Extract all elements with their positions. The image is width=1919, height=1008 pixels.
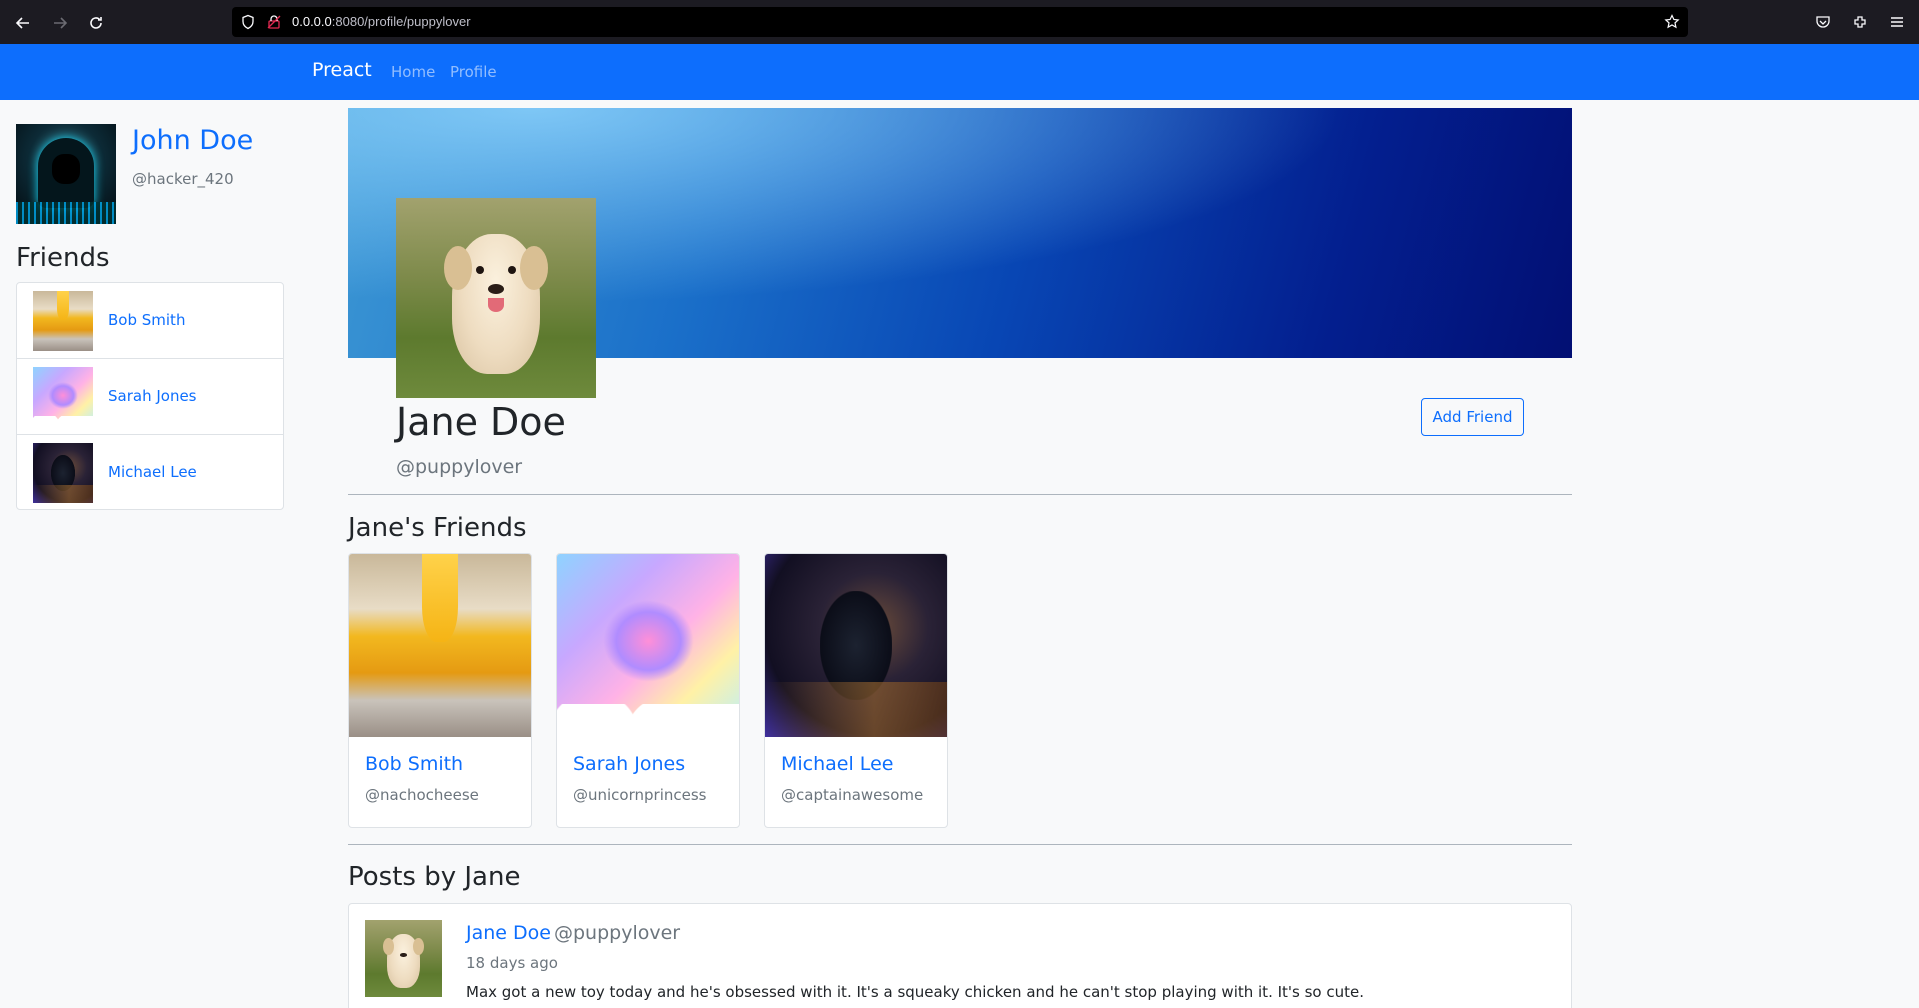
reload-icon xyxy=(90,17,102,29)
address-bar[interactable]: 0.0.0.0:8080/profile/puppylover xyxy=(232,7,1688,37)
sidebar-friend-item[interactable]: Bob Smith xyxy=(17,283,283,359)
friend-avatar[interactable] xyxy=(33,291,93,351)
posts-section-title: Posts by Jane xyxy=(348,862,521,892)
pocket-icon[interactable] xyxy=(1815,14,1831,30)
reload-button[interactable] xyxy=(84,11,108,35)
forward-arrow-icon xyxy=(54,17,68,29)
nav-link-profile[interactable]: Profile xyxy=(450,63,497,81)
puppy-eye-shape xyxy=(476,266,484,274)
url-text[interactable]: 0.0.0.0:8080/profile/puppylover xyxy=(292,14,471,29)
sidebar-friends-list: Bob Smith Sarah Jones Michael Lee xyxy=(16,282,284,510)
post-author-name[interactable]: Jane Doe xyxy=(466,922,551,944)
friend-card-name[interactable]: Michael Lee xyxy=(781,753,893,775)
friend-card[interactable]: Sarah Jones @unicornprincess xyxy=(556,553,740,828)
profile-photo xyxy=(396,198,596,398)
sidebar-friend-item[interactable]: Sarah Jones xyxy=(17,358,283,434)
back-button[interactable] xyxy=(11,11,35,35)
friend-card-name[interactable]: Bob Smith xyxy=(365,753,463,775)
code-glow-shape xyxy=(16,202,116,224)
sidebar-friends-heading: Friends xyxy=(16,243,110,273)
friend-card-handle: @unicornprincess xyxy=(573,786,707,804)
puppy-ear-shape xyxy=(520,246,548,290)
profile-name: Jane Doe xyxy=(396,400,566,444)
section-divider xyxy=(348,844,1572,845)
app-navbar: Preact Home Profile xyxy=(0,44,1919,100)
friend-card-handle: @captainawesome xyxy=(781,786,924,804)
puppy-nose-shape xyxy=(488,284,504,294)
friend-card-name[interactable]: Sarah Jones xyxy=(573,753,685,775)
sidebar-friend-name[interactable]: Bob Smith xyxy=(108,311,185,329)
friend-card-image[interactable] xyxy=(557,554,739,737)
forward-button[interactable] xyxy=(48,11,72,35)
add-friend-button[interactable]: Add Friend xyxy=(1421,398,1524,436)
friends-section-title: Jane's Friends xyxy=(348,513,527,543)
profile-handle: @puppylover xyxy=(396,456,523,478)
post-author-handle: @puppylover xyxy=(554,922,681,944)
friend-avatar[interactable] xyxy=(33,443,93,503)
sidebar-friend-name[interactable]: Michael Lee xyxy=(108,463,197,481)
friend-card-image[interactable] xyxy=(349,554,531,737)
url-path: :8080/profile/puppylover xyxy=(331,14,471,29)
current-user-avatar[interactable] xyxy=(16,124,116,224)
navbar-brand[interactable]: Preact xyxy=(312,59,372,81)
friend-card[interactable]: Bob Smith @nachocheese xyxy=(348,553,532,828)
sidebar-friend-item[interactable]: Michael Lee xyxy=(17,434,283,510)
back-arrow-icon xyxy=(15,17,29,29)
friend-card-handle: @nachocheese xyxy=(365,786,479,804)
puppy-eye-shape xyxy=(508,266,516,274)
insecure-lock-icon[interactable] xyxy=(266,14,282,30)
puppy-ear-shape xyxy=(444,246,472,290)
current-user-handle: @hacker_420 xyxy=(132,170,234,188)
browser-toolbar: 0.0.0.0:8080/profile/puppylover xyxy=(0,0,1919,44)
shield-icon[interactable] xyxy=(240,14,256,30)
puppy-nose-shape xyxy=(400,953,407,957)
nav-link-home[interactable]: Home xyxy=(391,63,435,81)
friend-card-image[interactable] xyxy=(765,554,947,737)
post-text: Max got a new toy today and he's obsesse… xyxy=(466,983,1365,1001)
bookmark-star-icon[interactable] xyxy=(1664,14,1680,30)
current-user-name[interactable]: John Doe xyxy=(132,125,253,156)
extensions-icon[interactable] xyxy=(1852,14,1868,30)
friend-card[interactable]: Michael Lee @captainawesome xyxy=(764,553,948,828)
post-author-avatar[interactable] xyxy=(365,920,442,997)
post-timestamp: 18 days ago xyxy=(466,954,558,972)
url-host: 0.0.0.0 xyxy=(292,14,332,29)
section-divider xyxy=(348,494,1572,495)
puppy-ear-shape xyxy=(412,938,424,956)
post-card: Jane Doe @puppylover 18 days ago Max got… xyxy=(348,903,1572,1008)
menu-icon[interactable] xyxy=(1889,14,1905,30)
friend-avatar[interactable] xyxy=(33,367,93,427)
puppy-tongue-shape xyxy=(488,298,504,312)
hacker-face-shape xyxy=(52,154,80,184)
sidebar-friend-name[interactable]: Sarah Jones xyxy=(108,387,197,405)
